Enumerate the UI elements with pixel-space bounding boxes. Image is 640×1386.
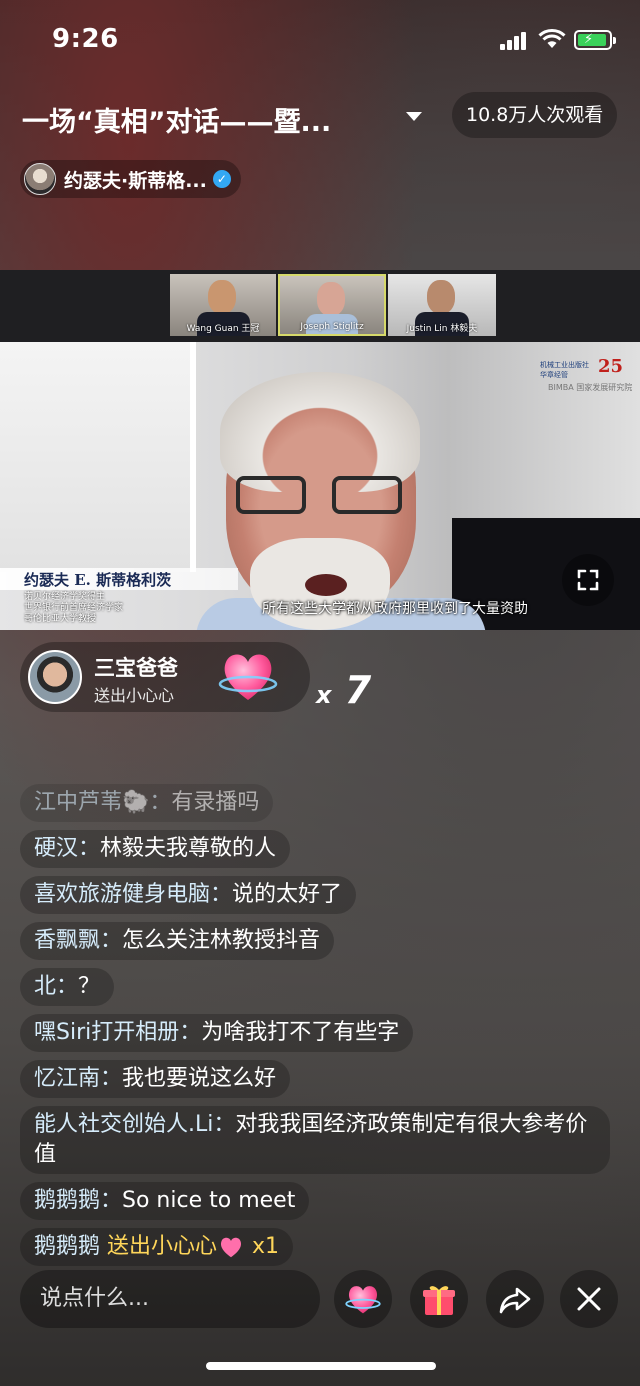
chat-username[interactable]: 香飘飘： bbox=[34, 928, 122, 953]
participant-strip: Wang Guan 王冠 Joseph Stiglitz Justin Lin … bbox=[0, 270, 640, 342]
chat-username[interactable]: 忆江南： bbox=[34, 1066, 122, 1091]
speaker-mouth bbox=[305, 574, 347, 596]
close-icon bbox=[577, 1287, 601, 1311]
chat-gift-action: 送出小心心 bbox=[107, 1234, 218, 1259]
cellular-signal-icon bbox=[500, 32, 530, 50]
chat-message[interactable]: 喜欢旅游健身电脑：说的太好了 bbox=[20, 876, 357, 914]
fullscreen-button[interactable] bbox=[562, 554, 614, 606]
chat-username[interactable]: 鹅鹅鹅： bbox=[34, 1188, 122, 1213]
host-name[interactable]: 约瑟夫·斯蒂格... bbox=[64, 166, 207, 193]
chat-username[interactable]: 能人社交创始人.Li： bbox=[34, 1112, 235, 1137]
live-video[interactable]: Wang Guan 王冠 Joseph Stiglitz Justin Lin … bbox=[0, 270, 640, 630]
chat-username[interactable]: 鹅鹅鹅 bbox=[34, 1234, 100, 1259]
anniversary-logo: 25 bbox=[598, 356, 624, 377]
chat-text: 林毅夫我尊敬的人 bbox=[100, 836, 277, 861]
gift-box-icon bbox=[423, 1286, 455, 1315]
chat-text: 说的太好了 bbox=[232, 882, 343, 907]
chat-message[interactable]: 鹅鹅鹅：So nice to meet bbox=[20, 1182, 310, 1220]
heart-gift-icon bbox=[221, 1237, 242, 1258]
viewer-count[interactable]: 10.8万人次观看 bbox=[452, 92, 618, 138]
chat-gift-message[interactable]: 鹅鹅鹅 送出小心心 x1 bbox=[20, 1228, 294, 1266]
comment-input[interactable]: 说点什么... bbox=[20, 1270, 320, 1328]
chat-message[interactable]: 嘿Siri打开相册：为啥我打不了有些字 bbox=[20, 1014, 414, 1052]
chat-username[interactable]: 嘿Siri打开相册： bbox=[34, 1020, 201, 1045]
participant-caption: Wang Guan 王冠 bbox=[186, 324, 260, 334]
chat-text: 有录播吗 bbox=[171, 790, 260, 815]
speaker-video: 机械工业出版社 华章经管 25 BIMBA 国家发展研究院 约瑟夫 E. 斯蒂格… bbox=[0, 342, 640, 630]
close-button[interactable] bbox=[560, 1270, 618, 1328]
chat-message[interactable]: 忆江南：我也要说这么好 bbox=[20, 1060, 291, 1098]
chat-message[interactable]: 能人社交创始人.Li：对我我国经济政策制定有很大参考价值 bbox=[20, 1106, 610, 1174]
publisher-logo-text: 机械工业出版社 华章经管 bbox=[540, 361, 589, 379]
speaker-titles: 诺贝尔经济学奖得主 世界银行前首席经济学家 哥伦比亚大学教授 bbox=[24, 592, 123, 625]
participant-thumbnail: Wang Guan 王冠 bbox=[170, 274, 276, 336]
chat-gift-count: x1 bbox=[252, 1234, 280, 1259]
wifi-icon bbox=[538, 28, 566, 50]
chat-username[interactable]: 硬汉： bbox=[34, 836, 100, 861]
chat-username[interactable]: 北： bbox=[34, 974, 78, 999]
speaker-title-line: 哥伦比亚大学教授 bbox=[24, 614, 97, 624]
battery-icon: ⚡ bbox=[574, 30, 616, 50]
gift-count: x 7 bbox=[316, 668, 371, 712]
chat-text: 我也要说这么好 bbox=[122, 1066, 277, 1091]
share-arrow-icon bbox=[499, 1287, 531, 1314]
gifter-name: 三宝爸爸 bbox=[94, 656, 178, 680]
gift-count-number: 7 bbox=[344, 668, 372, 712]
heart-icon bbox=[345, 1286, 381, 1314]
speaker-lower-third: 约瑟夫 E. 斯蒂格利茨 诺贝尔经济学奖得主 世界银行前首席经济学家 哥伦比亚大… bbox=[0, 568, 238, 624]
chat-text: 怎么关注林教授抖音 bbox=[122, 928, 321, 953]
participant-thumbnail: Justin Lin 林毅夫 bbox=[388, 274, 496, 336]
video-subtitle: 所有这些大学都从政府那里收到了大量资助 bbox=[262, 601, 528, 617]
verified-check-icon: ✓ bbox=[212, 170, 231, 188]
chevron-down-icon[interactable] bbox=[406, 112, 422, 121]
gifter-avatar[interactable] bbox=[28, 650, 82, 704]
gift-banner: 三宝爸爸 送出小心心 bbox=[20, 642, 310, 712]
chat-message[interactable]: 香飘飘：怎么关注林教授抖音 bbox=[20, 922, 335, 960]
speaker-glasses bbox=[236, 476, 408, 518]
gift-button[interactable] bbox=[410, 1270, 468, 1328]
live-title[interactable]: 一场“真相”对话——暨... bbox=[22, 100, 331, 139]
chat-text: ？ bbox=[78, 974, 101, 999]
like-heart-button[interactable] bbox=[334, 1270, 392, 1328]
participant-caption: Justin Lin 林毅夫 bbox=[406, 324, 478, 334]
participant-caption: Joseph Stiglitz bbox=[300, 322, 364, 332]
speaker-title-line: 诺贝尔经济学奖得主 bbox=[24, 592, 106, 602]
chat-list[interactable]: 江中芦苇🐑：有录播吗 硬汉：林毅夫我尊敬的人 喜欢旅游健身电脑：说的太好了 香飘… bbox=[20, 784, 620, 1274]
host-avatar[interactable] bbox=[24, 163, 56, 195]
chat-message[interactable]: 北：？ bbox=[20, 968, 115, 1006]
gift-description: 送出小心心 bbox=[94, 686, 175, 705]
heart-gift-icon bbox=[218, 654, 278, 700]
background-window bbox=[0, 342, 196, 572]
speaker-name: 约瑟夫 E. 斯蒂格利茨 bbox=[24, 571, 172, 589]
share-button[interactable] bbox=[486, 1270, 544, 1328]
chat-username[interactable]: 喜欢旅游健身电脑： bbox=[34, 882, 232, 907]
chat-text: 为啥我打不了有些字 bbox=[201, 1020, 400, 1045]
expand-icon bbox=[577, 569, 599, 591]
speaker-hair bbox=[220, 372, 420, 492]
chat-message[interactable]: 硬汉：林毅夫我尊敬的人 bbox=[20, 830, 291, 868]
speaker-title-line: 世界银行前首席经济学家 bbox=[24, 603, 124, 613]
gift-count-prefix: x bbox=[316, 681, 332, 709]
host-profile-chip[interactable]: 约瑟夫·斯蒂格... ✓ bbox=[20, 160, 241, 198]
chat-username[interactable]: 江中芦苇🐑： bbox=[34, 790, 171, 815]
status-time: 9:26 bbox=[52, 24, 119, 54]
chat-text: So nice to meet bbox=[122, 1188, 296, 1213]
chat-message[interactable]: 江中芦苇🐑：有录播吗 bbox=[20, 784, 274, 822]
home-indicator[interactable] bbox=[206, 1362, 436, 1370]
bimba-logo-text: BIMBA 国家发展研究院 bbox=[548, 383, 633, 392]
participant-thumbnail-active: Joseph Stiglitz bbox=[278, 274, 386, 336]
